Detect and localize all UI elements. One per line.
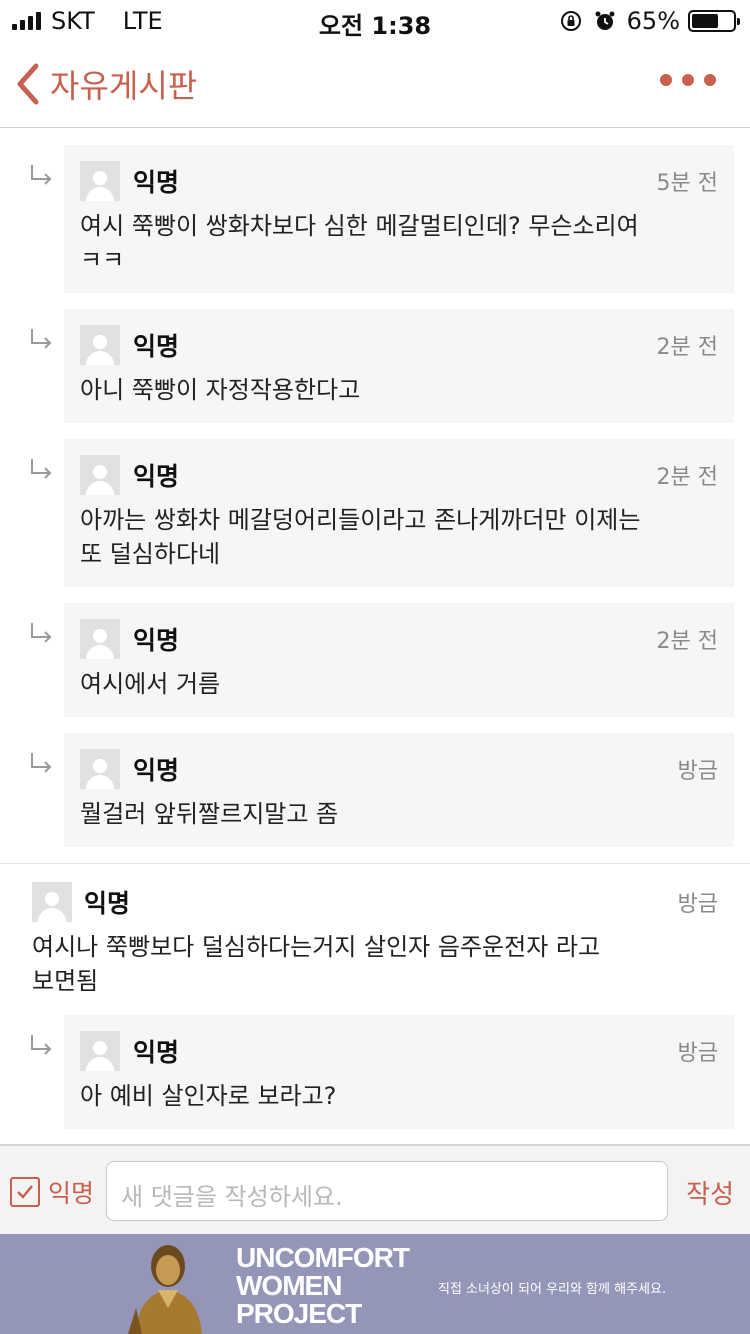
comment-text: 여시에서 거름 — [80, 670, 221, 698]
alarm-icon — [593, 9, 617, 33]
comment-text: 뭘걸러 앞뒤짤르지말고 좀 — [80, 800, 339, 828]
nav-bar: 자유게시판 — [0, 44, 750, 128]
anonymous-checkbox[interactable] — [10, 1177, 40, 1207]
comment-time: 방금 — [677, 759, 718, 784]
comment-compose-bar: 익명 새 댓글을 작성하세요. 작성 — [0, 1144, 750, 1234]
battery-icon — [688, 10, 740, 32]
reply-arrow-icon — [31, 165, 52, 185]
avatar — [80, 619, 120, 659]
comment-author: 익명 — [133, 626, 180, 655]
reply-arrow-icon — [31, 1035, 52, 1055]
comment-author: 익명 — [133, 332, 180, 361]
comment-time: 5분 전 — [656, 171, 718, 196]
rotation-lock-icon — [559, 9, 583, 33]
comment: 익명 방금 여시나 쭉빵보다 덜심하다는거지 살인자 음주운전자 라고 보면됨 — [0, 863, 750, 1013]
chevron-left-icon — [17, 63, 39, 105]
comment-author: 익명 — [133, 756, 180, 785]
comment-time: 방금 — [677, 1041, 718, 1066]
avatar — [80, 325, 120, 365]
avatar — [32, 882, 72, 922]
banner-ad[interactable]: UNCOMFORT WOMEN PROJECT 직접 소녀상이 되어 우리와 함… — [0, 1234, 750, 1334]
comment-time: 2분 전 — [656, 465, 718, 490]
reply-comment: 익명 5분 전 여시 쭉빵이 쌍화차보다 심한 메갈멀티인데? 무슨소리여 ㅋㅋ — [31, 145, 734, 293]
status-bar: SKT LTE 오전 1:38 65% — [0, 0, 750, 42]
banner-title: UNCOMFORT WOMEN PROJECT — [236, 1242, 410, 1329]
comment-author: 익명 — [133, 168, 180, 197]
comment-author: 익명 — [133, 1038, 180, 1067]
reply-arrow-icon — [31, 753, 52, 773]
reply-comment: 익명 방금 아 예비 살인자로 보라고? — [31, 1015, 734, 1129]
reply-comment: 익명 2분 전 아까는 쌍화차 메갈덩어리들이라고 존나게까더만 이제는 또 덜심… — [31, 439, 734, 587]
comment-time: 2분 전 — [656, 335, 718, 360]
battery-percent: 65% — [626, 7, 680, 35]
checkmark-icon — [17, 1185, 33, 1199]
avatar — [80, 161, 120, 201]
more-dots-icon[interactable] — [660, 74, 716, 86]
back-button[interactable]: 자유게시판 — [14, 62, 197, 106]
reply-arrow-icon — [31, 459, 52, 479]
avatar — [80, 455, 120, 495]
reply-comment: 익명 2분 전 여시에서 거름 — [31, 603, 734, 717]
reply-comment: 익명 방금 뭘걸러 앞뒤짤르지말고 좀 — [31, 733, 734, 847]
page-title: 자유게시판 — [50, 67, 198, 105]
comment-author: 익명 — [84, 889, 131, 918]
anonymous-toggle[interactable]: 익명 — [10, 1174, 94, 1210]
comment-time: 방금 — [677, 892, 718, 917]
comment-text: 여시 쭉빵이 쌍화차보다 심한 메갈멀티인데? 무슨소리여 ㅋㅋ — [80, 212, 639, 274]
comment-text: 아까는 쌍화차 메갈덩어리들이라고 존나게까더만 이제는 또 덜심하다네 — [80, 506, 641, 568]
comment-time: 2분 전 — [656, 629, 718, 654]
banner-subtitle: 직접 소녀상이 되어 우리와 함께 해주세요. — [438, 1282, 667, 1297]
reply-arrow-icon — [31, 623, 52, 643]
battery-fill — [692, 14, 718, 28]
anonymous-label: 익명 — [48, 1179, 95, 1208]
submit-button[interactable]: 작성 — [686, 1174, 734, 1211]
status-right: 65% — [559, 6, 740, 36]
reply-comment: 익명 2분 전 아니 쭉빵이 자정작용한다고 — [31, 309, 734, 423]
comment-text: 여시나 쭉빵보다 덜심하다는거지 살인자 음주운전자 라고 보면됨 — [32, 933, 601, 995]
statue-image — [128, 1245, 202, 1334]
avatar — [80, 749, 120, 789]
comment-text: 아 예비 살인자로 보라고? — [80, 1082, 337, 1110]
comment-input[interactable]: 새 댓글을 작성하세요. — [106, 1161, 668, 1221]
comment-author: 익명 — [133, 462, 180, 491]
avatar — [80, 1031, 120, 1071]
comment-text: 아니 쭉빵이 자정작용한다고 — [80, 376, 361, 404]
reply-arrow-icon — [31, 329, 52, 349]
